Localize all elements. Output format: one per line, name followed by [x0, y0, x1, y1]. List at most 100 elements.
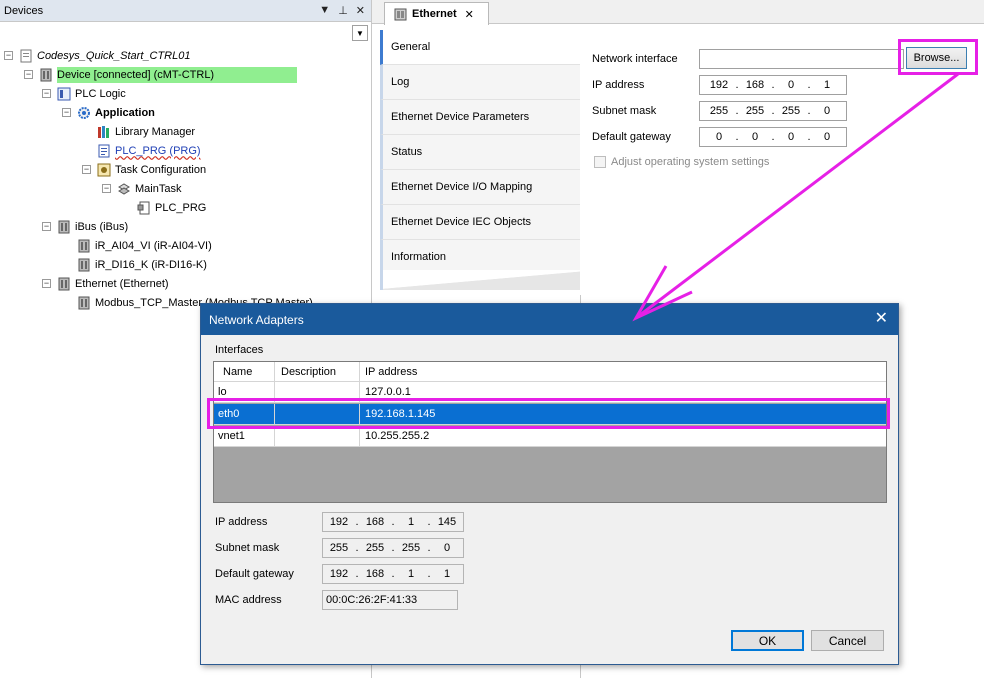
gateway-octet: 0: [787, 131, 795, 143]
collapse-toggle-icon[interactable]: −: [42, 89, 51, 98]
side-tab-ethernet-device-i-o-mapping[interactable]: Ethernet Device I/O Mapping: [380, 170, 580, 205]
interface-ip: 10.255.255.2: [365, 430, 430, 442]
dialog-mac-field: 00:0C:26:2F:41:33: [322, 590, 458, 610]
browse-button[interactable]: Browse...: [906, 47, 967, 69]
subnet-octet: 255: [745, 105, 765, 117]
collapse-toggle-icon[interactable]: −: [102, 184, 111, 193]
cancel-button[interactable]: Cancel: [811, 630, 884, 651]
ip-octet: 145: [437, 516, 457, 528]
dialog-gateway-label: Default gateway: [215, 568, 294, 580]
tree-item[interactable]: − Ethernet (Ethernet): [0, 274, 371, 293]
subnet-mask-input[interactable]: 255. 255. 255. 0: [699, 101, 847, 121]
tree-item-label: PLC_PRG (PRG): [115, 144, 201, 157]
interface-description: [275, 404, 360, 424]
tree-item[interactable]: − Device [connected] (cMT-CTRL): [0, 65, 371, 84]
tree-item[interactable]: − Codesys_Quick_Start_CTRL01: [0, 46, 371, 65]
dialog-gateway-row: Default gateway 192. 168. 1. 1: [215, 564, 464, 584]
default-gateway-label: Default gateway: [592, 131, 671, 143]
tree-item-label: PLC Logic: [75, 87, 126, 100]
tree-item-label: Device [connected] (cMT-CTRL): [57, 66, 297, 83]
side-tab-general[interactable]: General: [380, 30, 580, 65]
column-header-name[interactable]: Name: [214, 362, 275, 381]
tree-item[interactable]: iR_DI16_K (iR-DI16-K): [0, 255, 371, 274]
tree-item[interactable]: − Task Configuration: [0, 160, 371, 179]
tree-item-label: Task Configuration: [115, 163, 207, 176]
interface-ip: 127.0.0.1: [365, 386, 411, 398]
subnet-octet: 255: [709, 105, 729, 117]
tree-item[interactable]: − iBus (iBus): [0, 217, 371, 236]
side-tab-status[interactable]: Status: [380, 135, 580, 170]
default-gateway-input[interactable]: 0. 0. 0. 0: [699, 127, 847, 147]
collapse-toggle-icon[interactable]: −: [82, 165, 91, 174]
tree-item-label: iR_AI04_VI (iR-AI04-VI): [95, 239, 212, 252]
dialog-mac-row: MAC address 00:0C:26:2F:41:33: [215, 590, 458, 610]
interface-description: [275, 382, 360, 402]
ip-octet: 192: [329, 516, 349, 528]
gateway-octet: 1: [407, 568, 415, 580]
program-call-icon: [136, 200, 151, 215]
io-module-icon: [76, 238, 91, 253]
table-row[interactable]: eth0 192.168.1.145: [214, 404, 886, 425]
tree-item[interactable]: − Application: [0, 103, 371, 122]
dialog-close-icon[interactable]: ✕: [875, 310, 888, 328]
dialog-ip-row: IP address 192. 168. 1. 145: [215, 512, 464, 532]
table-row[interactable]: vnet1 10.255.255.2: [214, 426, 886, 447]
plc-logic-icon: [56, 86, 71, 101]
table-row[interactable]: lo 127.0.0.1: [214, 382, 886, 403]
column-header-ip-address[interactable]: IP address: [360, 362, 886, 381]
tree-item-label: Library Manager: [115, 125, 196, 138]
ip-octet: 168: [365, 516, 385, 528]
tree-item[interactable]: − MainTask: [0, 179, 371, 198]
adjust-os-settings-checkbox[interactable]: [594, 156, 606, 168]
tab-ethernet[interactable]: Ethernet ✕: [384, 2, 489, 25]
collapse-toggle-icon[interactable]: −: [4, 51, 13, 60]
tree-item[interactable]: − PLC Logic: [0, 84, 371, 103]
side-tab-ethernet-device-iec-objects[interactable]: Ethernet Device IEC Objects: [380, 205, 580, 240]
tab-ethernet-label: Ethernet: [412, 8, 457, 20]
side-tab-log[interactable]: Log: [380, 65, 580, 100]
gateway-octet: 1: [443, 568, 451, 580]
tab-close-icon[interactable]: ✕: [465, 8, 474, 21]
tree-item[interactable]: PLC_PRG: [0, 198, 371, 217]
network-adapters-dialog: Network Adapters ✕ Interfaces Name Descr…: [200, 303, 899, 665]
ethernet-module-icon: [56, 276, 71, 291]
gateway-octet: 192: [329, 568, 349, 580]
subnet-octet: 255: [781, 105, 801, 117]
device-icon: [38, 67, 53, 82]
table-header: Name Description IP address: [214, 362, 886, 382]
devices-panel-title: Devices: [4, 4, 44, 17]
ip-address-input[interactable]: 192. 168. 0. 1: [699, 75, 847, 95]
collapse-toggle-icon[interactable]: −: [62, 108, 71, 117]
network-interface-input[interactable]: [699, 49, 904, 69]
subnet-mask-label: Subnet mask: [592, 105, 657, 117]
collapse-toggle-icon[interactable]: −: [42, 222, 51, 231]
side-tabs-footer: [380, 270, 580, 290]
gateway-octet: 0: [715, 131, 723, 143]
collapse-toggle-icon[interactable]: −: [42, 279, 51, 288]
interface-name: vnet1: [214, 426, 275, 446]
dialog-mac-label: MAC address: [215, 594, 282, 606]
interface-name: lo: [214, 382, 275, 402]
gateway-octet: 168: [365, 568, 385, 580]
panel-pin-icon[interactable]: ⊥: [338, 4, 348, 17]
task-config-icon: [96, 162, 111, 177]
panel-close-icon[interactable]: ✕: [356, 4, 365, 17]
network-interface-label: Network interface: [592, 53, 678, 65]
tree-item[interactable]: PLC_PRG (PRG): [0, 141, 371, 160]
collapse-toggle-icon[interactable]: −: [24, 70, 33, 79]
default-gateway-row: Default gateway 0. 0. 0. 0: [592, 126, 847, 148]
panel-dropdown-icon[interactable]: ▼: [319, 4, 330, 17]
tree-item[interactable]: Library Manager: [0, 122, 371, 141]
dialog-subnet-row: Subnet mask 255. 255. 255. 0: [215, 538, 464, 558]
ethernet-module-icon: [393, 7, 408, 22]
interface-name: eth0: [214, 404, 275, 424]
dialog-gateway-field: 192. 168. 1. 1: [322, 564, 464, 584]
tree-item[interactable]: iR_AI04_VI (iR-AI04-VI): [0, 236, 371, 255]
ok-button[interactable]: OK: [731, 630, 804, 651]
dialog-title-bar: Network Adapters ✕: [201, 304, 898, 335]
tree-dropdown-button[interactable]: ▼: [352, 25, 368, 41]
side-tab-ethernet-device-parameters[interactable]: Ethernet Device Parameters: [380, 100, 580, 135]
program-document-icon: [96, 143, 111, 158]
subnet-octet: 255: [401, 542, 421, 554]
column-header-description[interactable]: Description: [275, 362, 360, 381]
